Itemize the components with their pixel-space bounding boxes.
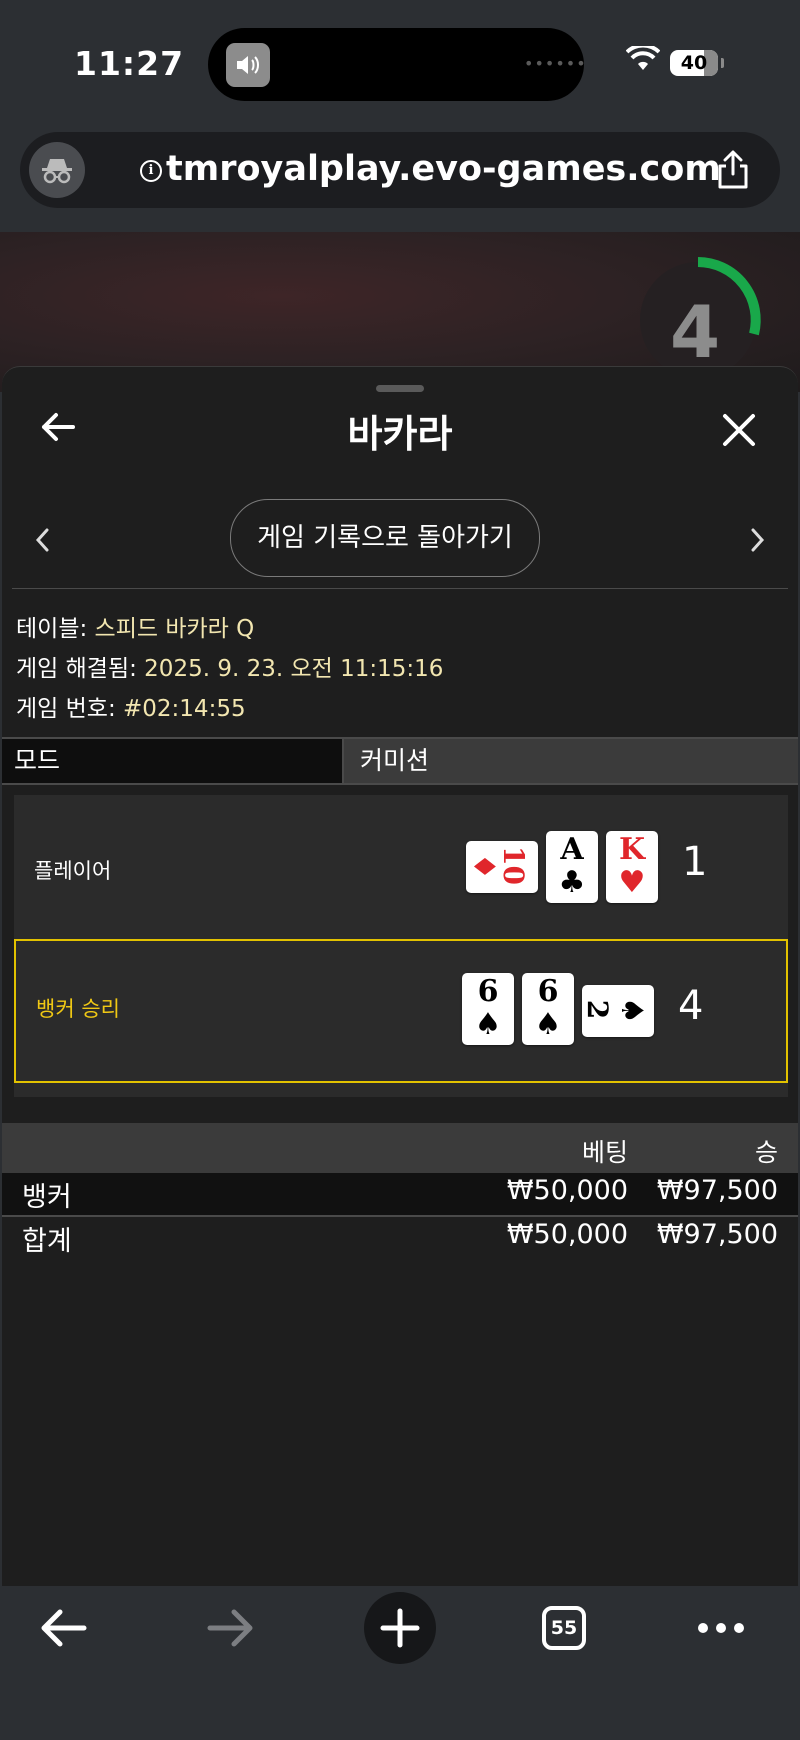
total-win: ₩97,500 bbox=[656, 1219, 778, 1250]
table-row: 뱅커 ₩50,000 ₩97,500 bbox=[2, 1173, 798, 1217]
player-card-3: K ♥ bbox=[606, 831, 658, 903]
card-suit: ♠ bbox=[474, 1007, 502, 1042]
settled-info-value: 2025. 9. 23. 오전 11:15:16 bbox=[144, 656, 444, 682]
close-icon[interactable] bbox=[722, 413, 756, 447]
table-info-label: 테이블: bbox=[16, 616, 95, 642]
table-row-total: 합계 ₩50,000 ₩97,500 bbox=[2, 1217, 798, 1259]
card-rank: 2 bbox=[581, 999, 615, 1020]
speaker-icon bbox=[226, 43, 270, 87]
incognito-icon[interactable] bbox=[29, 142, 85, 198]
banker-win-label: 뱅커 승리 bbox=[36, 997, 120, 1021]
settled-info: 게임 해결됨: 2025. 9. 23. 오전 11:15:16 bbox=[16, 649, 443, 683]
card-suit: ♥ bbox=[618, 865, 646, 900]
status-time: 11:27 bbox=[74, 44, 185, 83]
bet-amount: ₩50,000 bbox=[506, 1175, 628, 1206]
sheet-title: 바카라 bbox=[347, 412, 453, 456]
prev-game-chevron-icon[interactable] bbox=[34, 527, 50, 553]
card-suit: ♠ bbox=[613, 997, 649, 1024]
banker-card-1: 6 ♠ bbox=[462, 973, 514, 1045]
mode-row: 모드 커미션 bbox=[2, 737, 798, 785]
game-number-value: #02:14:55 bbox=[123, 696, 246, 722]
wifi-icon bbox=[626, 46, 660, 70]
total-label: 합계 bbox=[22, 1226, 72, 1257]
player-card-1: 10 ♦ bbox=[466, 841, 538, 893]
card-suit: ♠ bbox=[534, 1007, 562, 1042]
win-column-header: 승 bbox=[754, 1138, 778, 1167]
bet-column-header: 베팅 bbox=[581, 1138, 628, 1167]
table-info: 테이블: 스피드 바카라 Q bbox=[16, 609, 254, 643]
divider bbox=[12, 588, 788, 589]
next-game-chevron-icon[interactable] bbox=[750, 527, 766, 553]
card-suit: ♦ bbox=[465, 853, 501, 880]
browser-back-icon[interactable] bbox=[38, 1608, 88, 1648]
card-rank: A bbox=[560, 832, 584, 867]
bets-table-header: 베팅 승 bbox=[2, 1123, 798, 1173]
banker-score: 4 bbox=[678, 983, 704, 1029]
island-dots: •••••• bbox=[524, 54, 587, 73]
banker-card-3: 2 ♠ bbox=[581, 985, 654, 1037]
player-card-2: A ♣ bbox=[546, 831, 598, 903]
game-number-info: 게임 번호: #02:14:55 bbox=[16, 689, 246, 723]
game-history-sheet: 바카라 게임 기록으로 돌아가기 테이블: 스피드 바카라 Q 게임 해결됨: … bbox=[2, 366, 798, 1587]
game-number-label: 게임 번호: bbox=[16, 696, 124, 722]
bet-name: 뱅커 bbox=[22, 1182, 72, 1213]
countdown-number: 4 bbox=[670, 290, 721, 374]
mode-label: 모드 bbox=[2, 739, 344, 783]
banker-card-2: 6 ♠ bbox=[522, 973, 574, 1045]
card-rank: 10 bbox=[496, 846, 530, 885]
win-amount: ₩97,500 bbox=[656, 1175, 778, 1206]
browser-forward-icon[interactable] bbox=[206, 1608, 256, 1648]
new-tab-button[interactable] bbox=[364, 1592, 436, 1664]
table-info-value: 스피드 바카라 Q bbox=[94, 616, 255, 642]
card-rank: 6 bbox=[477, 974, 499, 1009]
battery-icon: 40 bbox=[670, 50, 724, 76]
player-score: 1 bbox=[682, 839, 708, 885]
tab-count-button[interactable]: 55 bbox=[542, 1606, 586, 1650]
hand-results: 플레이어 10 ♦ A ♣ K ♥ 1 뱅커 승리 6 ♠ 6 ♠ 2 ♠ 4 bbox=[14, 795, 788, 1097]
card-suit: ♣ bbox=[558, 865, 586, 900]
dynamic-island: •••••• bbox=[208, 28, 587, 101]
banker-hand: 뱅커 승리 6 ♠ 6 ♠ 2 ♠ 4 bbox=[14, 939, 788, 1083]
browser-toolbar: 55 bbox=[0, 1586, 800, 1740]
url-text[interactable]: tmroyalplay.evo-games.com bbox=[166, 149, 721, 189]
total-bet: ₩50,000 bbox=[506, 1219, 628, 1250]
back-to-history-button[interactable]: 게임 기록으로 돌아가기 bbox=[230, 499, 540, 577]
status-bar: 11:27 •••••• 40 bbox=[0, 0, 800, 125]
site-info-icon[interactable]: i bbox=[140, 160, 162, 182]
more-options-icon[interactable] bbox=[696, 1608, 746, 1648]
plus-icon bbox=[380, 1608, 420, 1648]
player-label: 플레이어 bbox=[34, 859, 112, 883]
player-hand: 플레이어 10 ♦ A ♣ K ♥ 1 bbox=[14, 795, 788, 949]
card-rank: K bbox=[618, 832, 646, 867]
card-rank: 6 bbox=[537, 974, 559, 1009]
share-icon[interactable] bbox=[714, 150, 752, 190]
settled-info-label: 게임 해결됨: bbox=[16, 656, 145, 682]
commission-label: 커미션 bbox=[360, 746, 430, 775]
battery-level: 40 bbox=[680, 52, 708, 74]
sheet-grabber[interactable] bbox=[376, 385, 424, 392]
address-bar[interactable]: i tmroyalplay.evo-games.com bbox=[20, 132, 780, 208]
